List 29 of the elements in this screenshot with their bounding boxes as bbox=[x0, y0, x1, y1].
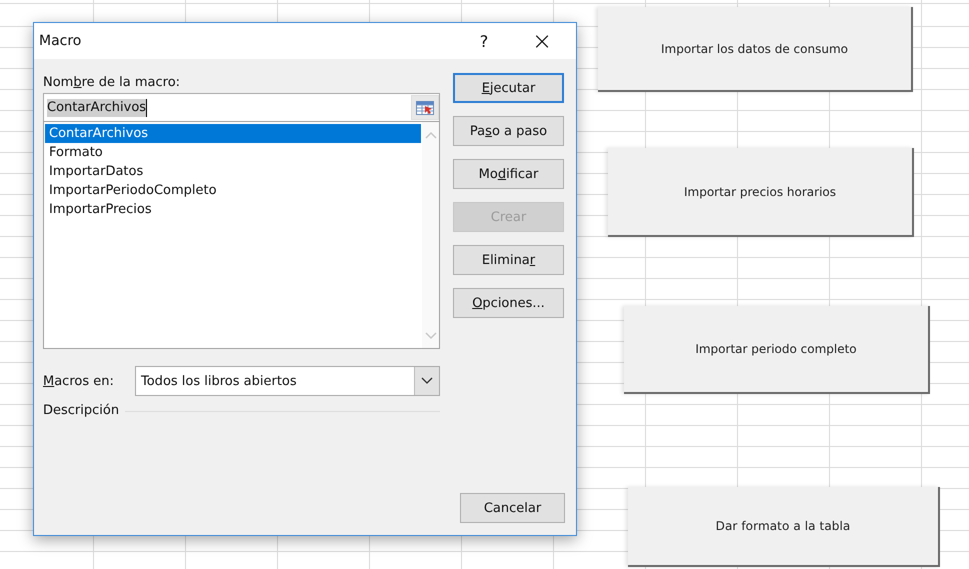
list-item[interactable]: ImportarPeriodoCompleto bbox=[45, 181, 421, 200]
close-button[interactable]: × bbox=[516, 24, 568, 58]
help-button[interactable]: ? bbox=[458, 24, 510, 58]
dialog-button[interactable]: Modificar bbox=[453, 159, 564, 189]
chevron-down-icon bbox=[421, 377, 433, 385]
list-item[interactable]: Formato bbox=[45, 143, 421, 162]
sheet-button[interactable]: Importar precios horarios bbox=[608, 148, 914, 237]
dialog-button[interactable]: Opciones... bbox=[453, 288, 564, 318]
list-item[interactable]: ImportarPrecios bbox=[45, 200, 421, 219]
scrollbar[interactable] bbox=[422, 122, 439, 348]
dialog-button[interactable]: Ejecutar bbox=[453, 73, 564, 103]
sheet-button[interactable]: Importar periodo completo bbox=[624, 306, 930, 394]
list-item[interactable]: ContarArchivos bbox=[45, 124, 421, 143]
sheet-button[interactable]: Dar formato a la tabla bbox=[628, 487, 940, 567]
field-label: Macros en: bbox=[43, 374, 115, 388]
sheet-button[interactable]: Importar los datos de consumo bbox=[598, 7, 913, 92]
list-item[interactable]: ImportarDatos bbox=[45, 162, 421, 181]
collapse-button[interactable] bbox=[411, 95, 439, 120]
chevron-down-icon[interactable] bbox=[424, 332, 436, 340]
dialog-button[interactable]: Paso a paso bbox=[453, 116, 564, 146]
cancel-button[interactable]: Cancelar bbox=[460, 493, 565, 523]
chevron-up-icon[interactable] bbox=[424, 131, 436, 139]
location-dropdown[interactable]: Todos los libros abiertos bbox=[135, 366, 440, 396]
window-title: Macro bbox=[39, 33, 82, 49]
field-label: Nombre de la macro: bbox=[43, 74, 182, 92]
section-label: Descripción bbox=[43, 402, 120, 420]
table-arrow-icon bbox=[416, 100, 434, 114]
macro-name-field[interactable]: ContarArchivos bbox=[43, 93, 440, 121]
dialog-button[interactable]: Eliminar bbox=[453, 245, 564, 275]
